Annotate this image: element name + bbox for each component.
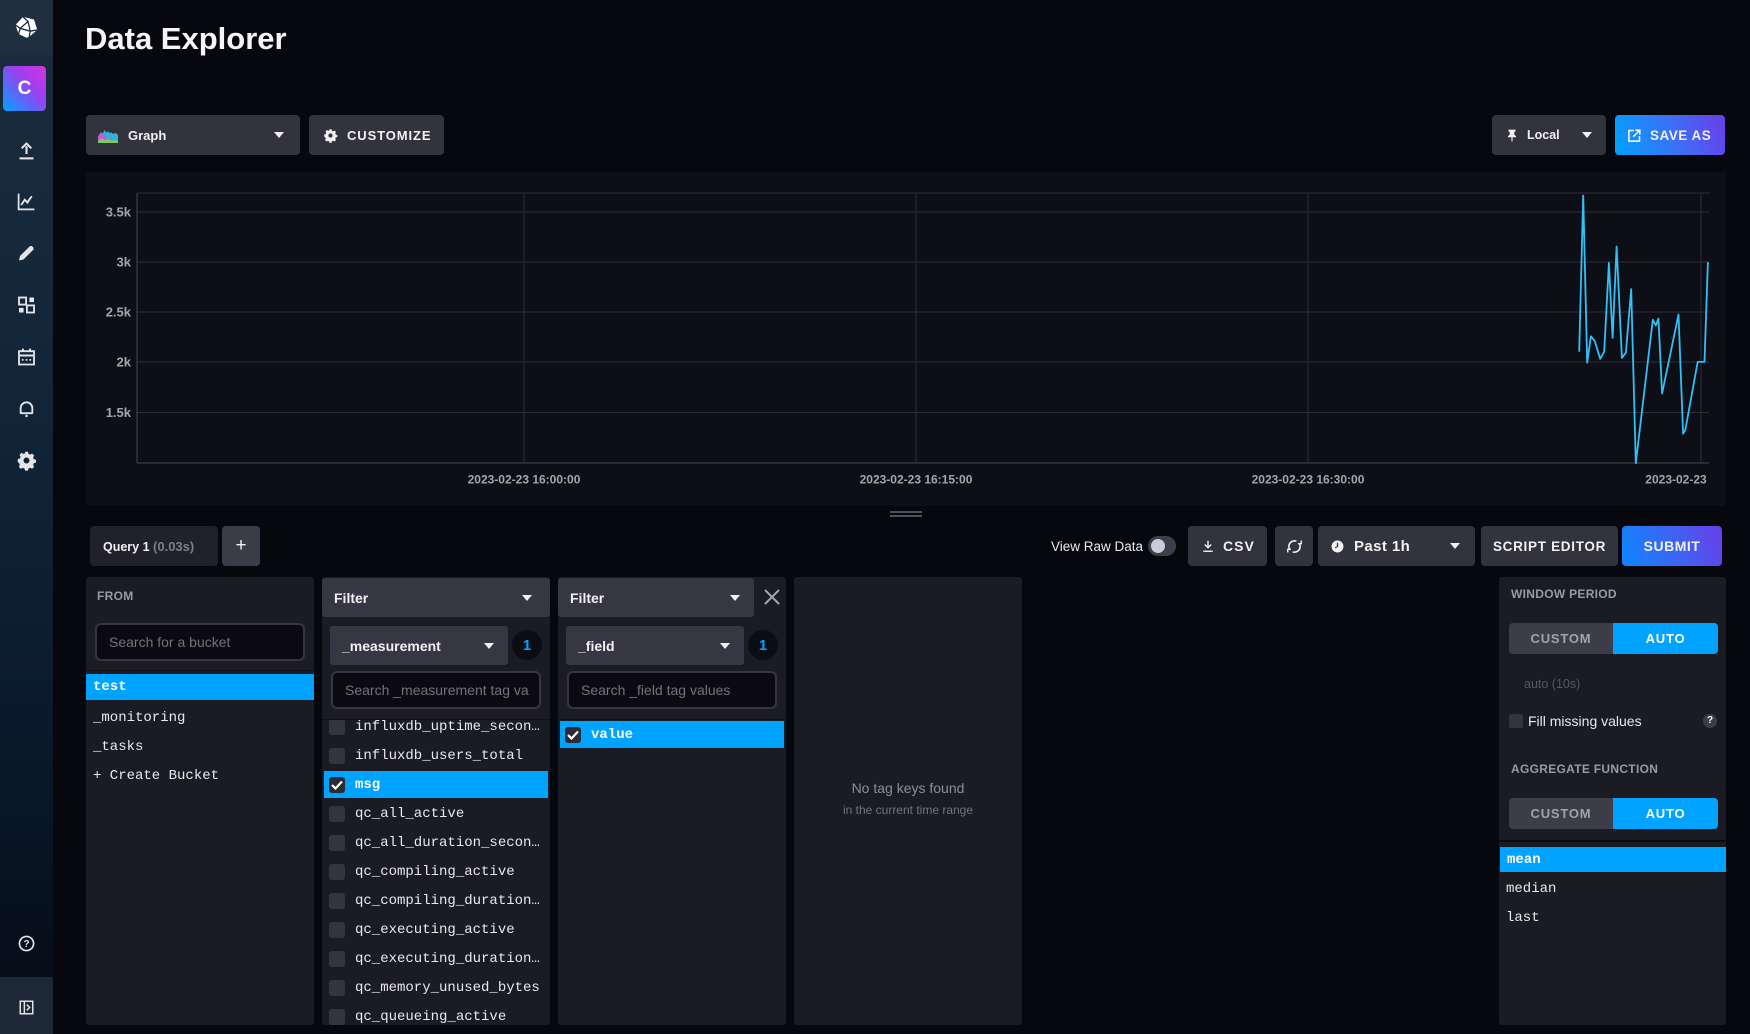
svg-text:1.5k: 1.5k bbox=[106, 405, 132, 420]
svg-text:3.5k: 3.5k bbox=[106, 205, 132, 220]
svg-text:2.5k: 2.5k bbox=[106, 305, 132, 320]
svg-text:3k: 3k bbox=[117, 255, 132, 270]
svg-text:2023-02-23 16:00:00: 2023-02-23 16:00:00 bbox=[468, 473, 581, 487]
svg-text:2k: 2k bbox=[117, 355, 132, 370]
svg-text:2023-02-23: 2023-02-23 bbox=[1645, 473, 1707, 487]
svg-text:?: ? bbox=[23, 939, 29, 950]
svg-text:2023-02-23 16:15:00: 2023-02-23 16:15:00 bbox=[860, 473, 973, 487]
svg-text:2023-02-23 16:30:00: 2023-02-23 16:30:00 bbox=[1252, 473, 1365, 487]
